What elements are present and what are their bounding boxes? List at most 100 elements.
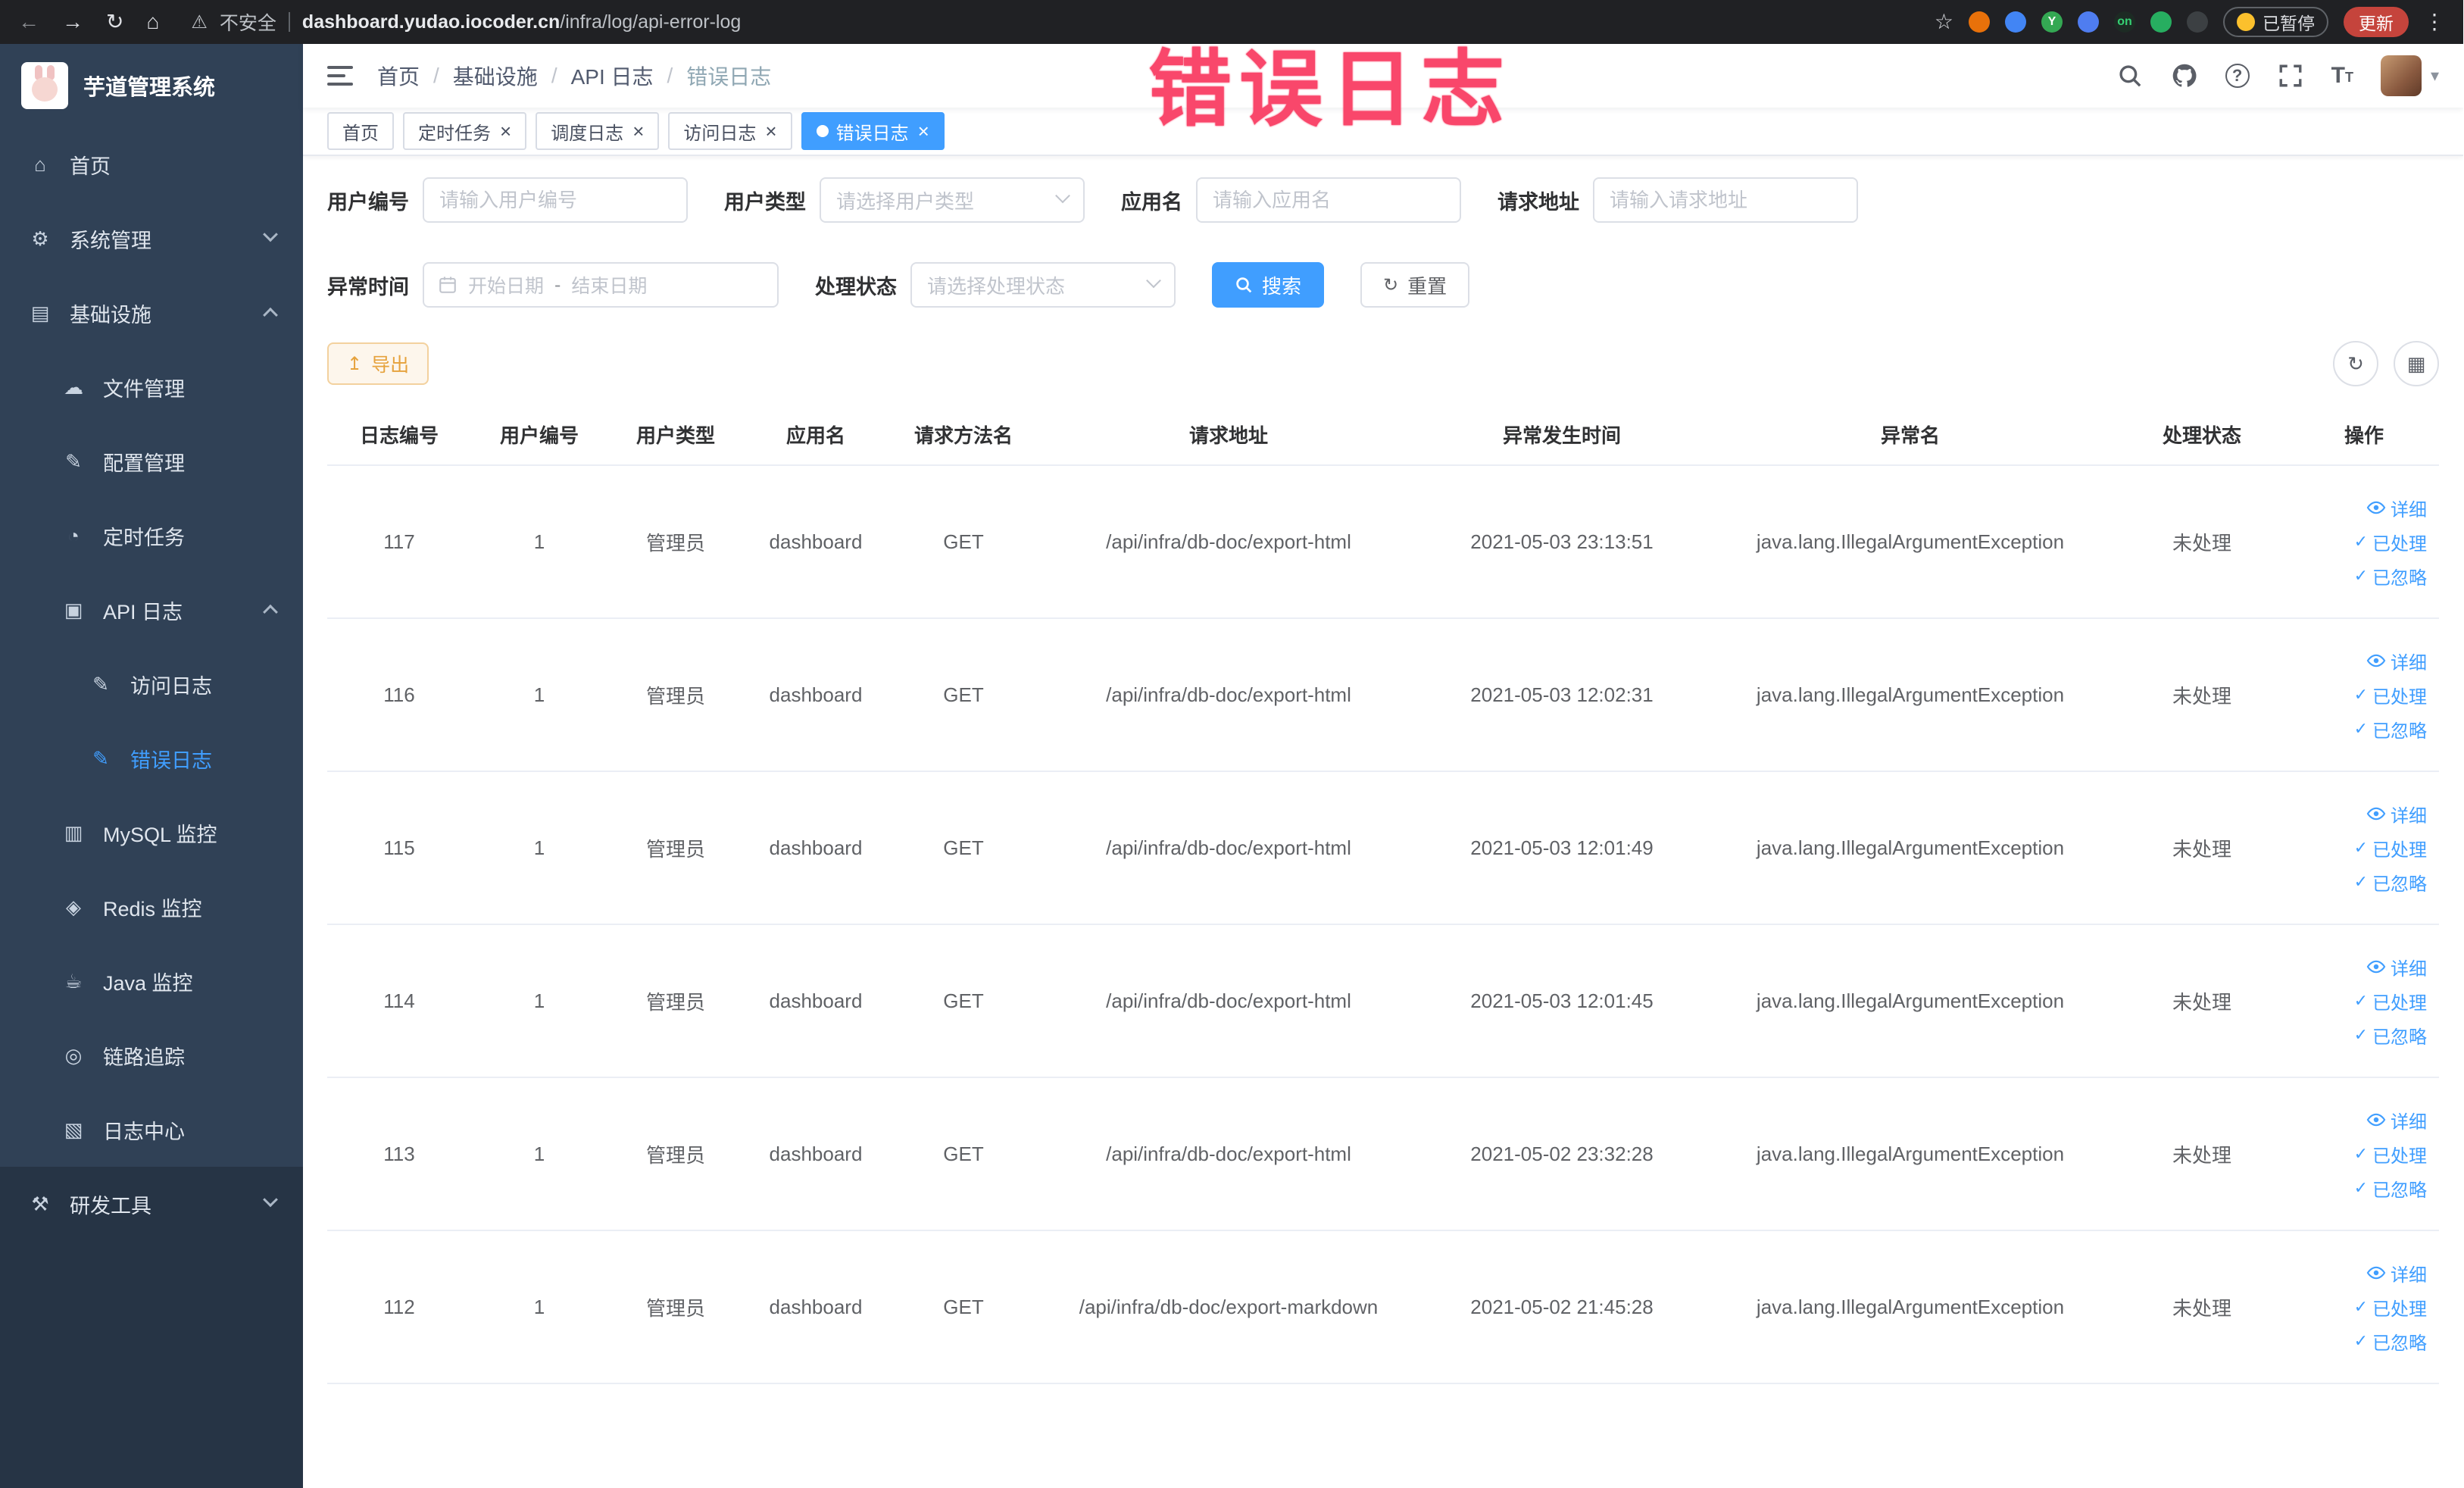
cell-request-url: /api/infra/db-doc/export-markdown <box>1039 1230 1418 1384</box>
detail-link[interactable]: 详细 <box>2366 1260 2427 1286</box>
user-avatar-menu[interactable]: ▾ <box>2380 55 2439 96</box>
process-status-select[interactable]: 请选择处理状态 <box>910 262 1176 308</box>
exception-time-label: 异常时间 <box>327 275 409 299</box>
ignored-link[interactable]: ✓ 已忽略 <box>2354 716 2427 742</box>
cell-time: 2021-05-03 12:01:49 <box>1418 771 1706 925</box>
sidebar-item[interactable]: ◈ Redis 监控 <box>0 870 303 944</box>
menu-item-icon: ⚙ <box>31 227 49 250</box>
user-type-select[interactable]: 请选择用户类型 <box>820 177 1085 223</box>
tab-close-icon[interactable]: × <box>500 121 511 141</box>
reset-button[interactable]: ↻ 重置 <box>1360 262 1470 308</box>
tab-close-icon[interactable]: × <box>632 121 644 141</box>
sidebar-item[interactable]: ⚒ 研发工具 <box>0 1167 303 1241</box>
active-tab-dot <box>816 125 829 137</box>
extension-icon-grid[interactable] <box>2078 11 2099 33</box>
processed-link[interactable]: ✓ 已处理 <box>2354 682 2427 708</box>
export-button[interactable]: ↥ 导出 <box>327 342 429 385</box>
column-header: 处理状态 <box>2115 405 2289 466</box>
sidebar-item[interactable]: ⚙ 系统管理 <box>0 202 303 276</box>
tab[interactable]: 访问日志 × <box>668 112 792 150</box>
ignored-link[interactable]: ✓ 已忽略 <box>2354 1175 2427 1202</box>
sidebar-item[interactable]: ✎ 访问日志 <box>0 647 303 721</box>
sidebar-item[interactable]: ▤ 基础设施 <box>0 276 303 350</box>
github-icon[interactable] <box>2171 62 2198 89</box>
app-logo[interactable]: 芋道管理系统 <box>0 44 303 127</box>
processed-link[interactable]: ✓ 已处理 <box>2354 988 2427 1014</box>
tab[interactable]: 定时任务 × <box>403 112 527 150</box>
table-row: 112 1 管理员 dashboard GET /api/infra/db-do… <box>327 1230 2439 1384</box>
date-range-picker[interactable]: 开始日期 - 结束日期 <box>423 262 779 308</box>
breadcrumb-item[interactable]: 首页 / <box>377 61 453 91</box>
cell-request-url: /api/infra/db-doc/export-html <box>1039 618 1418 772</box>
breadcrumb-separator: / <box>551 64 557 87</box>
hamburger-icon[interactable] <box>327 66 353 86</box>
sidebar-item[interactable]: ✎ 配置管理 <box>0 424 303 499</box>
browser-back-icon[interactable]: ← <box>18 11 39 33</box>
sidebar-item[interactable]: ✎ 错误日志 <box>0 721 303 796</box>
address-bar[interactable]: ⚠ 不安全 dashboard.yudao.iocoder.cn/infra/l… <box>191 8 741 36</box>
ignored-link[interactable]: ✓ 已忽略 <box>2354 869 2427 896</box>
help-icon[interactable]: ? <box>2225 64 2250 88</box>
font-size-icon[interactable]: TT <box>2331 64 2353 87</box>
sidebar-item[interactable]: ◔ 定时任务 <box>0 499 303 573</box>
ignored-link[interactable]: ✓ 已忽略 <box>2354 1328 2427 1355</box>
detail-link[interactable]: 详细 <box>2366 648 2427 674</box>
refresh-table-button[interactable]: ↻ <box>2333 341 2378 386</box>
tab-close-icon[interactable]: × <box>918 121 929 141</box>
page-content: 用户编号 用户类型 请选择用户类型 应用名 <box>303 156 2463 1488</box>
request-url-input[interactable] <box>1593 177 1858 223</box>
eye-icon <box>2366 960 2386 974</box>
processed-link[interactable]: ✓ 已处理 <box>2354 1294 2427 1321</box>
profile-paused-badge[interactable]: 已暂停 <box>2223 7 2328 37</box>
bookmark-star-icon[interactable]: ☆ <box>1935 11 1953 33</box>
browser-forward-icon[interactable]: → <box>62 11 83 33</box>
extension-icon-on[interactable]: on <box>2114 11 2135 33</box>
extension-icon-green-y[interactable]: Y <box>2041 11 2063 33</box>
sidebar-item[interactable]: ▣ API 日志 <box>0 573 303 647</box>
fullscreen-icon[interactable] <box>2277 62 2304 89</box>
breadcrumb-item[interactable]: 错误日志 / <box>686 61 771 91</box>
column-settings-button[interactable]: ▦ <box>2394 341 2439 386</box>
extension-icon-leaf[interactable] <box>2150 11 2172 33</box>
tab[interactable]: 调度日志 × <box>536 112 660 150</box>
menu-item-icon: ✎ <box>92 746 109 770</box>
sidebar-item[interactable]: ▧ 日志中心 <box>0 1093 303 1167</box>
search-icon[interactable] <box>2116 62 2144 89</box>
tab-close-icon[interactable]: × <box>765 121 776 141</box>
cell-app-name: dashboard <box>744 465 888 619</box>
chevron-icon <box>263 307 278 323</box>
sidebar-item[interactable]: ▥ MySQL 监控 <box>0 796 303 870</box>
app-name-input[interactable] <box>1196 177 1461 223</box>
processed-link[interactable]: ✓ 已处理 <box>2354 529 2427 555</box>
browser-menu-kebab-icon[interactable]: ⋮ <box>2424 11 2445 33</box>
ignored-link[interactable]: ✓ 已忽略 <box>2354 1022 2427 1049</box>
breadcrumb-item[interactable]: 基础设施 / <box>453 61 571 91</box>
cell-exception: java.lang.IllegalArgumentException <box>1706 1077 2115 1231</box>
browser-update-button[interactable]: 更新 <box>2344 7 2409 37</box>
detail-link[interactable]: 详细 <box>2366 801 2427 827</box>
chevron-down-icon <box>1055 188 1070 204</box>
detail-link[interactable]: 详细 <box>2366 1107 2427 1133</box>
ignored-link[interactable]: ✓ 已忽略 <box>2354 563 2427 589</box>
browser-home-icon[interactable]: ⌂ <box>146 11 159 33</box>
extensions-puzzle-icon[interactable] <box>2187 11 2208 33</box>
browser-reload-icon[interactable]: ↻ <box>106 11 123 33</box>
tab[interactable]: 错误日志 × <box>801 112 945 150</box>
extension-icon-orange[interactable] <box>1969 11 1990 33</box>
sidebar-item[interactable]: ⌂ 首页 <box>0 127 303 202</box>
detail-link[interactable]: 详细 <box>2366 954 2427 980</box>
processed-link[interactable]: ✓ 已处理 <box>2354 1141 2427 1168</box>
sidebar-item[interactable]: ☁ 文件管理 <box>0 350 303 424</box>
detail-link[interactable]: 详细 <box>2366 495 2427 521</box>
sidebar-item[interactable]: ☕ Java 监控 <box>0 944 303 1018</box>
check-icon: ✓ <box>2353 685 2368 704</box>
tab[interactable]: 首页 × <box>327 112 394 150</box>
search-button[interactable]: 搜索 <box>1212 262 1325 308</box>
cell-actions: 详细 ✓ 已处理 ✓ 已忽略 <box>2289 465 2439 619</box>
table-tools: ↻ ▦ <box>2333 341 2439 386</box>
user-id-input[interactable] <box>423 177 688 223</box>
sidebar-item[interactable]: ◎ 链路追踪 <box>0 1018 303 1093</box>
processed-link[interactable]: ✓ 已处理 <box>2354 835 2427 861</box>
breadcrumb-item[interactable]: API 日志 / <box>571 61 687 91</box>
extension-icon-blue[interactable] <box>2005 11 2026 33</box>
